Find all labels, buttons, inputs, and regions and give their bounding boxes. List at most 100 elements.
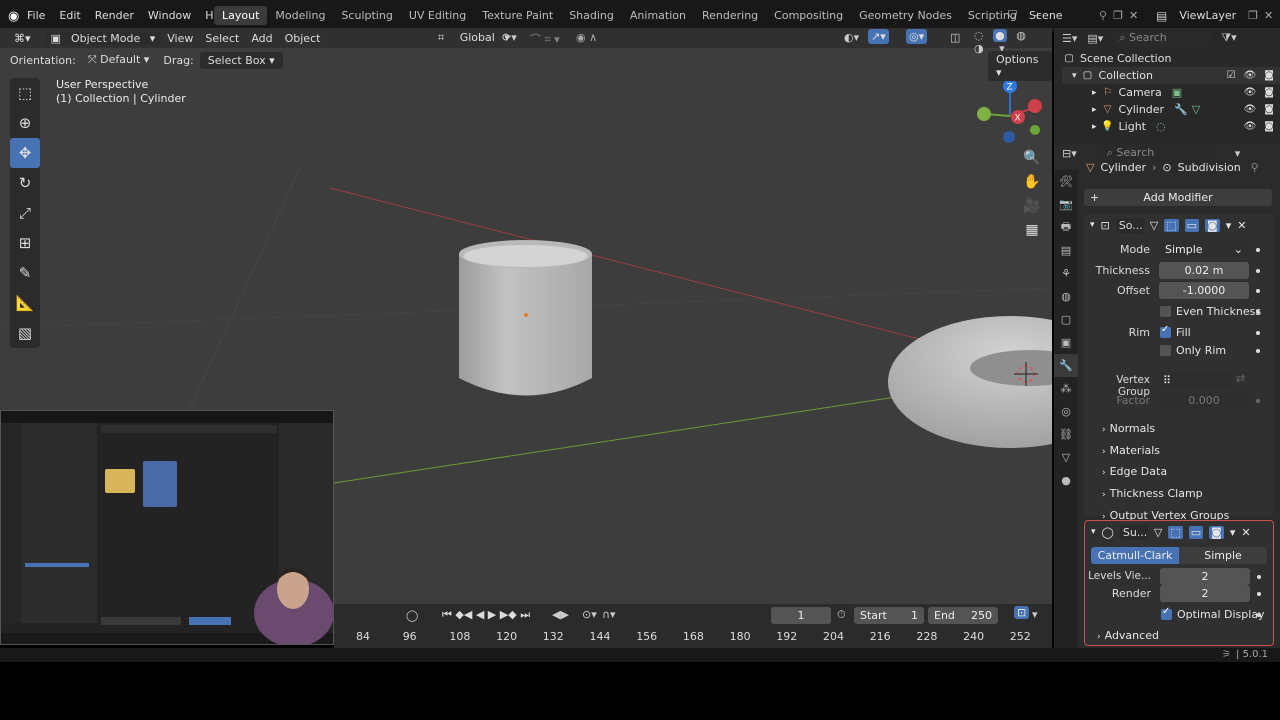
view-layer-selector[interactable]: ▤ ViewLayer ❐ ✕ xyxy=(1156,7,1273,24)
eye-icon[interactable]: 👁 xyxy=(1244,104,1257,115)
subpanel-normals[interactable]: › Normals xyxy=(1102,419,1229,441)
checkbox-icon[interactable]: ☑ xyxy=(1227,70,1236,81)
filter-icon[interactable]: ⧩▾ xyxy=(1221,31,1236,45)
dropdown-arrow-icon[interactable]: ▾ xyxy=(1226,219,1232,232)
keyframe-dot-icon[interactable] xyxy=(1257,592,1261,596)
tab-uv-editing[interactable]: UV Editing xyxy=(401,6,474,25)
editor-type-icon[interactable]: ⌘▾ xyxy=(0,32,37,45)
pin-icon[interactable]: ⚲ xyxy=(1099,9,1107,22)
keyframe-dot-icon[interactable] xyxy=(1256,289,1260,293)
collapse-arrow-icon[interactable]: ▾ xyxy=(1090,220,1095,230)
menu-file[interactable]: File xyxy=(20,9,52,22)
world-tab-icon[interactable]: ◍ xyxy=(1054,285,1078,308)
fill-checkbox[interactable]: Fill xyxy=(1160,324,1191,339)
keyframe-dot-icon[interactable] xyxy=(1257,613,1261,617)
tab-texture-paint[interactable]: Texture Paint xyxy=(474,6,561,25)
tab-rendering[interactable]: Rendering xyxy=(694,6,766,25)
expand-arrow-icon[interactable]: ▸ xyxy=(1092,88,1097,98)
properties-options-icon[interactable]: ▾ xyxy=(1235,147,1241,160)
expand-arrow-icon[interactable]: ▾ xyxy=(1072,71,1077,81)
constraints-tab-icon[interactable]: ⛓ xyxy=(1054,423,1078,446)
tree-item-camera[interactable]: ▸ ⚐ Camera ▣ 👁 ◙ xyxy=(1062,84,1280,101)
gizmo-toggle-icon[interactable]: ↗▾ xyxy=(868,29,889,44)
material-tab-icon[interactable]: ● xyxy=(1054,469,1078,492)
keyframe-dot-icon[interactable] xyxy=(1256,349,1260,353)
tab-shading[interactable]: Shading xyxy=(561,6,622,25)
catmull-clark-option[interactable]: Catmull-Clark xyxy=(1091,547,1179,564)
delete-view-layer-icon[interactable]: ✕ xyxy=(1264,9,1273,22)
expand-arrow-icon[interactable]: ▸ xyxy=(1092,122,1097,132)
scene-selector[interactable]: ⛉ Scene ⚲ ❐ ✕ xyxy=(1008,7,1138,24)
modifier-tab-icon[interactable]: 🔧 xyxy=(1054,354,1078,377)
modifier-name-field[interactable]: Su... xyxy=(1119,524,1148,540)
tree-item-light[interactable]: ▸ 💡 Light ◌ 👁 ◙ xyxy=(1062,118,1280,135)
pivot-icon[interactable]: ⟳▾ xyxy=(496,31,523,44)
orthographic-grid-icon[interactable]: ▦ xyxy=(1020,218,1044,242)
add-modifier-button[interactable]: + Add Modifier xyxy=(1084,189,1272,206)
menu-add[interactable]: Add xyxy=(245,32,278,45)
proportional-edit-icon[interactable]: ◉ ∧ xyxy=(570,31,603,44)
only-rim-checkbox[interactable]: Only Rim xyxy=(1160,344,1226,357)
menu-object[interactable]: Object xyxy=(279,32,327,45)
scale-tool-icon[interactable]: ⤢ xyxy=(10,198,40,228)
viewport-toggle-icon[interactable]: ▭ xyxy=(1184,218,1200,232)
keyframe-dot-icon[interactable] xyxy=(1256,269,1260,273)
output-tab-icon[interactable]: 🖶 xyxy=(1054,216,1078,239)
cage-toggle-icon[interactable]: ⬚ xyxy=(1164,218,1179,232)
cage-toggle-icon[interactable]: ⬚ xyxy=(1168,525,1183,539)
scene-name[interactable]: Scene xyxy=(1023,7,1093,24)
measure-tool-icon[interactable]: 📐 xyxy=(10,288,40,318)
object-tab-icon[interactable]: ▣ xyxy=(1054,331,1078,354)
transform-tool-icon[interactable]: ⊞ xyxy=(10,228,40,258)
view-layer-tab-icon[interactable]: ▤ xyxy=(1054,239,1078,262)
camera-render-icon[interactable]: ◙ xyxy=(1264,104,1274,115)
tab-layout[interactable]: Layout xyxy=(214,6,268,25)
vertex-group-field[interactable]: ⠿ xyxy=(1159,372,1233,389)
subpanel-thickness-clamp[interactable]: › Thickness Clamp xyxy=(1102,484,1229,506)
properties-search-input[interactable]: ⌕ Search xyxy=(1100,144,1211,162)
simple-option[interactable]: Simple xyxy=(1179,547,1267,564)
object-mode-dropdown[interactable]: ▣ Object Mode ▾ xyxy=(44,31,162,45)
visibility-icon[interactable]: ◐▾ xyxy=(838,31,865,44)
torus-object[interactable] xyxy=(888,316,1052,448)
menu-view[interactable]: View xyxy=(161,32,199,45)
tab-modeling[interactable]: Modeling xyxy=(267,6,333,25)
material-shading-icon[interactable]: ◍ xyxy=(1010,29,1032,42)
keyframe-dot-icon[interactable] xyxy=(1256,248,1260,252)
subpanel-materials[interactable]: › Materials xyxy=(1102,441,1229,463)
display-mode-icon[interactable]: ▤▾ xyxy=(1087,32,1103,45)
render-toggle-icon[interactable]: ◙ xyxy=(1205,218,1220,232)
edit-mode-toggle-icon[interactable]: ▽ xyxy=(1154,526,1162,539)
scene-tab-icon[interactable]: ⚘ xyxy=(1054,262,1078,285)
outliner-editor-icon[interactable]: ☰▾ xyxy=(1062,32,1077,45)
tab-geometry-nodes[interactable]: Geometry Nodes xyxy=(851,6,960,25)
view-layer-name[interactable]: ViewLayer xyxy=(1173,7,1242,24)
even-thickness-checkbox[interactable]: Even Thickness xyxy=(1160,305,1261,318)
drag-dropdown[interactable]: Select Box ▾ xyxy=(199,51,283,69)
menu-window[interactable]: Window xyxy=(141,9,198,22)
add-cube-tool-icon[interactable]: ▧ xyxy=(10,318,40,348)
mode-dropdown[interactable]: Simple ⌄ xyxy=(1159,241,1249,258)
blender-logo-icon[interactable]: ◉ xyxy=(8,9,19,24)
eye-icon[interactable]: 👁 xyxy=(1244,121,1257,132)
camera-render-icon[interactable]: ◙ xyxy=(1264,70,1274,81)
modifier-name-field[interactable]: So... xyxy=(1115,217,1144,233)
camera-render-icon[interactable]: ◙ xyxy=(1264,87,1274,98)
properties-editor-icon[interactable]: ⊟▾ xyxy=(1062,147,1077,160)
camera-render-icon[interactable]: ◙ xyxy=(1264,121,1274,132)
orientation-dropdown[interactable]: ⤧ Default ▾ xyxy=(80,51,158,69)
optimal-display-checkbox[interactable]: Optimal Display xyxy=(1161,606,1265,621)
render-toggle-icon[interactable]: ◙ xyxy=(1209,525,1224,539)
tab-sculpting[interactable]: Sculpting xyxy=(333,6,400,25)
tab-compositing[interactable]: Compositing xyxy=(766,6,851,25)
delete-scene-icon[interactable]: ✕ xyxy=(1129,9,1138,22)
collapse-arrow-icon[interactable]: ▾ xyxy=(1091,527,1096,537)
subpanel-advanced[interactable]: › Advanced xyxy=(1097,629,1159,642)
expand-arrow-icon[interactable]: ▸ xyxy=(1092,105,1097,115)
render-tab-icon[interactable]: 📷 xyxy=(1054,193,1078,216)
keyframe-dot-icon[interactable] xyxy=(1256,310,1260,314)
collection-tab-icon[interactable]: ▢ xyxy=(1054,308,1078,331)
solid-shading-icon[interactable]: ● xyxy=(993,29,1007,42)
move-tool-icon[interactable]: ✥ xyxy=(10,138,40,168)
pin-icon[interactable]: ⚲ xyxy=(1251,161,1259,174)
